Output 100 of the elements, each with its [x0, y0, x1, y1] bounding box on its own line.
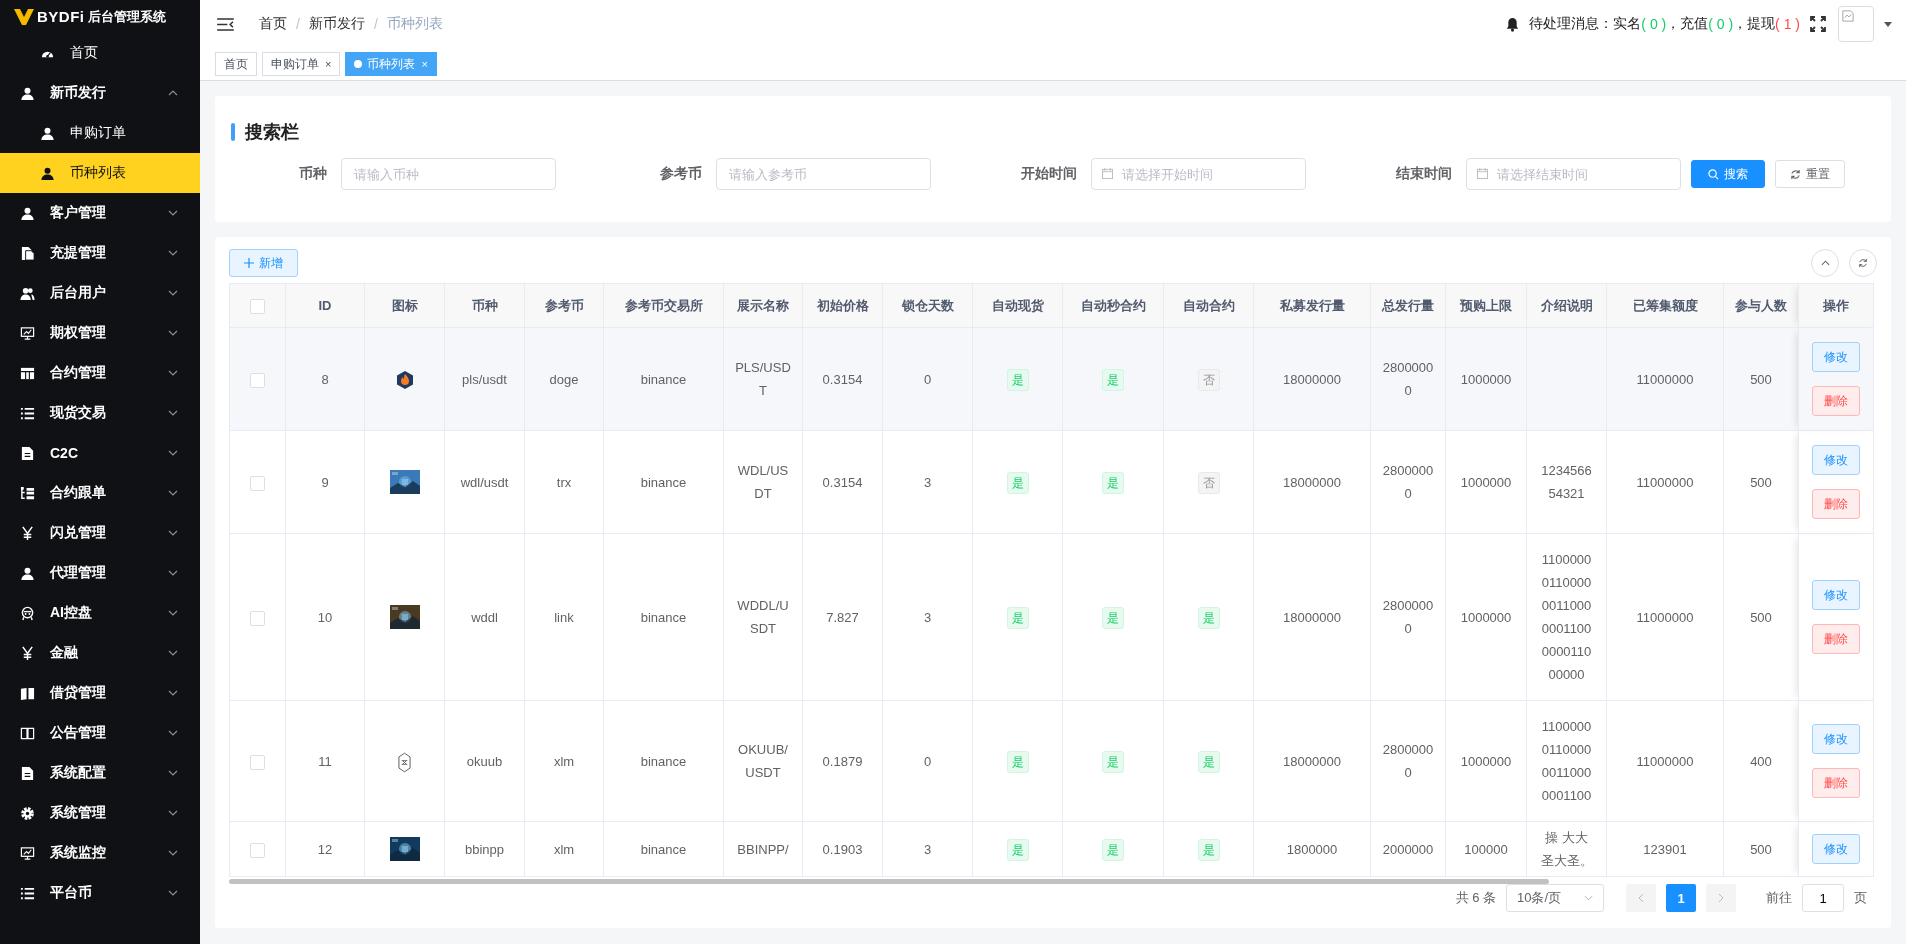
status-tag: 是 — [1197, 838, 1220, 861]
bell-icon[interactable] — [1506, 16, 1520, 32]
table-cell: WDL/USDT — [723, 430, 803, 534]
tab[interactable]: 首页 — [215, 52, 257, 76]
table-cell: trx — [524, 430, 604, 534]
menu-icon[interactable] — [217, 17, 234, 31]
avatar[interactable] — [1838, 6, 1874, 42]
menu-item[interactable]: 首页 — [0, 33, 200, 73]
breadcrumb-separator: / — [373, 16, 378, 32]
menu-item[interactable]: 闪兑管理 — [0, 513, 200, 553]
caret-icon[interactable] — [1884, 21, 1892, 27]
table-cell: 7.827 — [802, 533, 883, 701]
menu-item[interactable]: 新币发行 — [0, 73, 200, 113]
chevron-icon — [168, 610, 178, 616]
app-title: 后台管理系统 — [87, 7, 166, 26]
monitor-icon — [20, 845, 35, 861]
status-tag: 是 — [1006, 471, 1029, 494]
menu-item[interactable]: 系统监控 — [0, 833, 200, 873]
status-tag: 是 — [1006, 368, 1029, 391]
menu-item[interactable]: 代理管理 — [0, 553, 200, 593]
status-tag: 是 — [1197, 750, 1220, 773]
reset-button[interactable]: 重置 — [1775, 160, 1845, 188]
menu-item[interactable]: 公告管理 — [0, 713, 200, 753]
table-cell: binance — [603, 430, 724, 534]
checkbox[interactable] — [250, 610, 265, 626]
previous-page-button[interactable] — [1626, 884, 1656, 912]
table-cell: 500 — [1723, 430, 1799, 534]
table-cell: 8 — [285, 327, 365, 431]
field-label: 币种 — [298, 165, 328, 183]
book-icon — [20, 725, 35, 741]
page-size-select[interactable]: 10条/页 — [1506, 884, 1604, 912]
next-page-button[interactable] — [1706, 884, 1736, 912]
menu-item[interactable]: 金融 — [0, 633, 200, 673]
chevron-icon — [168, 530, 178, 536]
submenu-item[interactable]: 申购订单 — [0, 113, 200, 153]
list-icon — [20, 885, 35, 901]
table-cell: 100000 — [1445, 821, 1527, 877]
column-header: 参考币交易所 — [603, 283, 724, 328]
breadcrumb-link[interactable]: 首页 — [259, 15, 287, 33]
horizontal-scrollbar[interactable] — [229, 879, 1549, 884]
menu-item[interactable]: 平台币 — [0, 873, 200, 913]
page-input[interactable]: 1 — [1802, 884, 1844, 912]
table-cell: 28000000 — [1370, 700, 1446, 822]
column-header: 自动合约 — [1163, 283, 1254, 328]
menu-item[interactable]: 后台用户 — [0, 273, 200, 313]
menu-item[interactable]: 客户管理 — [0, 193, 200, 233]
menu-item[interactable]: C2C — [0, 433, 200, 473]
table-cell: WDDL/USDT — [723, 533, 803, 701]
column-header: 图标 — [364, 283, 445, 328]
menu-item[interactable]: 合约跟单 — [0, 473, 200, 513]
table-cell: 0.1879 — [802, 700, 883, 822]
submenu-item[interactable]: 币种列表 — [0, 153, 200, 193]
table-cell: 18000000 — [1253, 700, 1371, 822]
book-icon — [20, 685, 35, 701]
chevron-icon — [168, 810, 178, 816]
tab[interactable]: 申购订单 × — [262, 52, 341, 76]
breadcrumb-link[interactable]: 新币发行 — [308, 15, 365, 33]
monitor-icon — [20, 325, 35, 341]
checkbox[interactable] — [250, 372, 265, 388]
menu-item[interactable]: 现货交易 — [0, 393, 200, 433]
fullscreen-icon[interactable] — [1810, 16, 1826, 32]
goto-label: 前往 — [1766, 889, 1792, 907]
section-title: 搜索栏 — [245, 121, 299, 144]
close-icon[interactable]: × — [325, 58, 332, 70]
table-cell: link — [524, 533, 604, 701]
status-tag: 是 — [1197, 606, 1220, 629]
field-label: 参考币 — [659, 165, 703, 183]
table-cell: 2000000 — [1370, 821, 1446, 877]
checkbox[interactable] — [250, 842, 265, 858]
table-cell: 1000000 — [1445, 700, 1527, 822]
menu-item[interactable]: 合约管理 — [0, 353, 200, 393]
checkbox[interactable] — [250, 475, 265, 491]
input-field[interactable]: 请输入币种 — [341, 158, 556, 190]
refresh-button[interactable] — [1849, 249, 1877, 277]
menu-item[interactable]: 系统配置 — [0, 753, 200, 793]
menu-item[interactable]: AI控盘 — [0, 593, 200, 633]
refresh-icon — [1790, 168, 1801, 180]
user-icon — [40, 125, 55, 141]
chevron-icon — [168, 850, 178, 856]
date-picker[interactable]: 请选择开始时间 — [1091, 158, 1306, 190]
table-cell: 500 — [1723, 821, 1799, 877]
input-field[interactable]: 请输入参考币 — [716, 158, 931, 190]
menu-item[interactable]: 借贷管理 — [0, 673, 200, 713]
status-tag: 是 — [1102, 368, 1124, 391]
document-icon — [20, 445, 35, 461]
menu-item[interactable]: 期权管理 — [0, 313, 200, 353]
user-icon — [20, 205, 35, 221]
menu-item[interactable]: 充提管理 — [0, 233, 200, 273]
plus-icon — [244, 258, 254, 268]
date-picker[interactable]: 请选择结束时间 — [1466, 158, 1681, 190]
menu-item[interactable]: 系统管理 — [0, 793, 200, 833]
list-icon — [20, 405, 35, 421]
checkbox[interactable] — [250, 754, 265, 770]
calendar-icon — [1102, 168, 1113, 179]
table-cell: OKUUB/USDT — [723, 700, 803, 822]
table-cell: wdl/usdt — [444, 430, 525, 534]
table-cell: 500 — [1723, 327, 1799, 431]
checkbox[interactable] — [250, 299, 265, 315]
collapse-button[interactable] — [1811, 249, 1839, 277]
chevron-icon — [168, 290, 178, 296]
